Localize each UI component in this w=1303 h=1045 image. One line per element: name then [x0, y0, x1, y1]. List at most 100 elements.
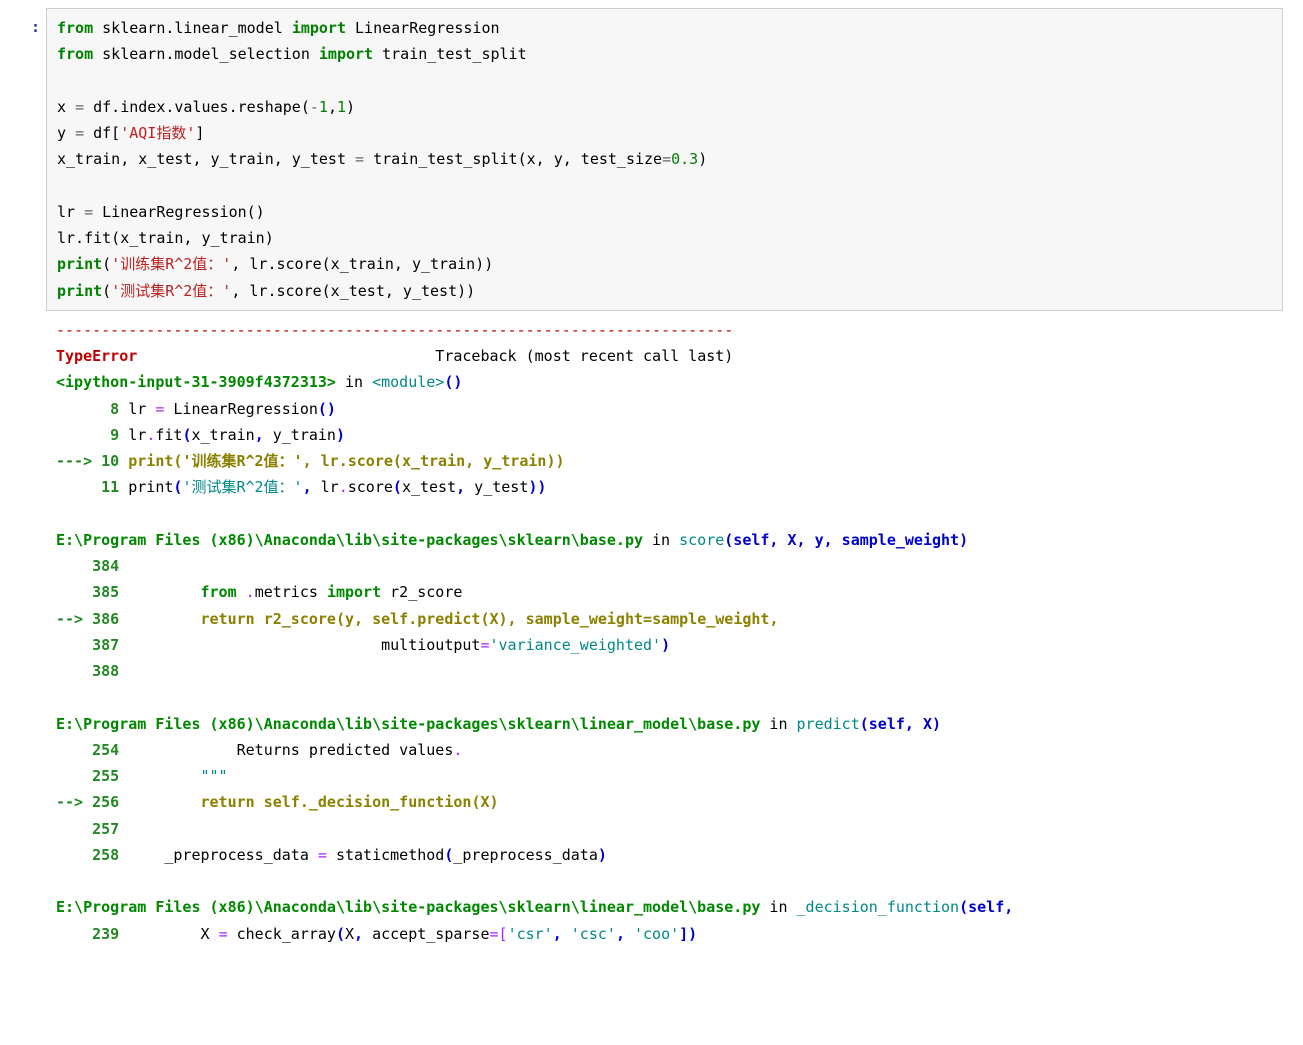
paren: )	[698, 150, 707, 168]
paren: (	[336, 610, 345, 628]
dashes: ----------------------------------------…	[56, 321, 733, 339]
expr: df[	[84, 124, 120, 142]
method: score	[348, 478, 393, 496]
comma: ,	[303, 452, 312, 470]
paren: (	[480, 610, 489, 628]
txt: lr	[312, 478, 339, 496]
in: in	[760, 715, 796, 733]
args: (self, X, y, sample_weight)	[724, 531, 968, 549]
arg: x_train	[402, 452, 465, 470]
tb-file: E:\Program Files (x86)\Anaconda\lib\site…	[56, 898, 760, 916]
self: self	[255, 793, 300, 811]
comma: ,	[354, 610, 363, 628]
eq: =	[219, 925, 228, 943]
rest: , lr.score(x_test, y_test))	[231, 282, 475, 300]
lineno: 385	[56, 583, 128, 601]
method: predict	[417, 610, 480, 628]
args: (self,	[959, 898, 1013, 916]
fn: staticmethod	[327, 846, 444, 864]
paren: )	[661, 636, 670, 654]
in: in	[643, 531, 679, 549]
num: 0.3	[671, 150, 698, 168]
lineno: 255	[56, 767, 119, 785]
in: in	[336, 373, 372, 391]
fn: score	[679, 531, 724, 549]
txt: lr	[128, 400, 155, 418]
dot: .	[300, 793, 309, 811]
args: (self, X)	[860, 715, 941, 733]
tb-module: <module>	[372, 373, 444, 391]
fn: check_array	[228, 925, 336, 943]
dot: .	[339, 478, 348, 496]
pkg: sklearn.model_selection	[93, 45, 319, 63]
call: lr.fit(x_train, y_train)	[57, 229, 274, 247]
str: 'variance_weighted'	[489, 636, 661, 654]
txt: X	[119, 925, 218, 943]
arrow: --> 256	[56, 793, 119, 811]
x: X	[490, 610, 499, 628]
txt: Returns predicted values	[119, 741, 453, 759]
dot: .	[339, 452, 348, 470]
op: =	[75, 124, 84, 142]
name: r2_score	[381, 583, 462, 601]
call: LinearRegression()	[93, 203, 265, 221]
fn: r2_score	[255, 610, 336, 628]
traceback-output: ----------------------------------------…	[46, 311, 1283, 947]
lineno: 258	[56, 846, 119, 864]
self: self	[363, 610, 408, 628]
paren: (	[336, 925, 345, 943]
op: -	[310, 98, 319, 116]
ret: return	[201, 793, 255, 811]
str: '测试集R^2值：'	[182, 478, 302, 496]
paren: ()	[444, 373, 462, 391]
arg: sample_weight	[652, 610, 769, 628]
dot: .	[453, 741, 462, 759]
call: train_test_split(x, y, test_size	[364, 150, 662, 168]
pkg: sklearn.linear_model	[93, 19, 292, 37]
var: x	[57, 98, 75, 116]
method: score	[348, 452, 393, 470]
builtin-print: print	[57, 255, 102, 273]
arg: y_train	[264, 426, 336, 444]
expr: df.index.values.reshape(	[84, 98, 310, 116]
lineno: 257	[56, 820, 119, 838]
ret: return	[201, 610, 255, 628]
arg: accept_sparse	[363, 925, 489, 943]
print: print	[128, 478, 173, 496]
dot: .	[246, 583, 255, 601]
comma: ,	[616, 925, 625, 943]
dot: .	[408, 610, 417, 628]
sp: multioutput	[119, 636, 480, 654]
lineno: 239	[56, 925, 119, 943]
exception-type: TypeError	[56, 347, 137, 365]
code-cell: : from sklearn.linear_model import Linea…	[20, 8, 1283, 311]
num: 1	[337, 98, 346, 116]
paren: ])	[679, 925, 697, 943]
str: '测试集R^2值：'	[111, 282, 231, 300]
sp	[562, 925, 571, 943]
var: y	[57, 124, 75, 142]
mod: metrics	[255, 583, 327, 601]
in: in	[760, 898, 796, 916]
comma: ,	[769, 610, 778, 628]
builtin-print: print	[57, 282, 102, 300]
eqb: =[	[490, 925, 508, 943]
paren: )	[346, 98, 355, 116]
paren: ),	[499, 610, 517, 628]
sp	[128, 583, 200, 601]
dot: .	[146, 426, 155, 444]
str: 'csc'	[571, 925, 616, 943]
arg: y_train	[474, 452, 546, 470]
tb-file: E:\Program Files (x86)\Anaconda\lib\site…	[56, 715, 760, 733]
x: X	[480, 793, 489, 811]
lineno: 9	[56, 426, 128, 444]
vars: x_train, x_test, y_train, y_test	[57, 150, 355, 168]
paren: ))	[546, 452, 564, 470]
rest: , lr.score(x_train, y_train))	[231, 255, 493, 273]
code-input-area[interactable]: from sklearn.linear_model import LinearR…	[46, 8, 1283, 311]
kw-from: from	[57, 19, 93, 37]
num: 1	[319, 98, 328, 116]
arg: x_test	[402, 478, 456, 496]
fn: _decision_function	[797, 898, 960, 916]
paren: )	[490, 793, 499, 811]
